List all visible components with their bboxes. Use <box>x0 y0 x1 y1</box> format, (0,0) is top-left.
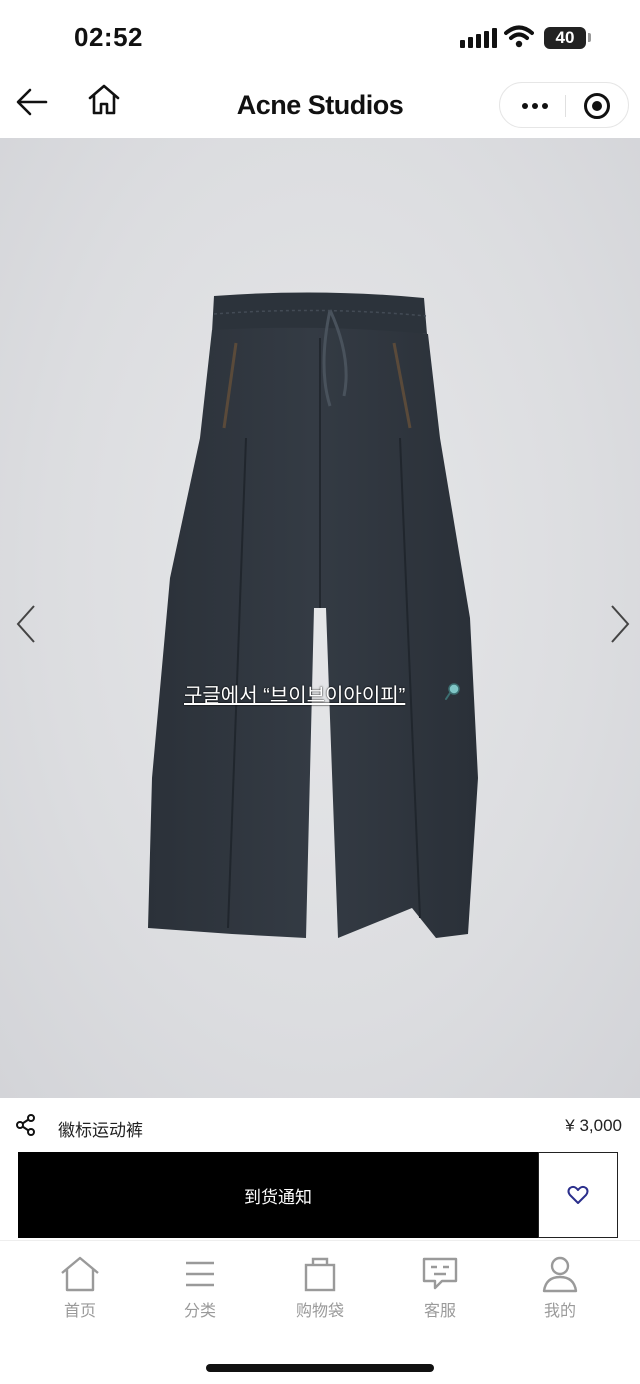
signal-icon <box>460 28 497 48</box>
battery-tip <box>588 33 591 42</box>
status-time: 02:52 <box>74 22 143 52</box>
product-name: 徽标运动裤 <box>58 1121 143 1140</box>
wifi-icon <box>504 25 534 48</box>
close-mini-program-icon[interactable] <box>584 93 610 119</box>
tab-label: 首页 <box>63 1303 96 1320</box>
product-info-row: 徽标运动裤 ¥ 3,000 <box>0 1098 640 1154</box>
bag-icon <box>304 1257 336 1292</box>
watermark-text: 구글에서 “브이브이아이피” <box>184 685 406 707</box>
product-photo <box>148 292 478 938</box>
status-bar: 02:52 40 <box>0 0 640 70</box>
tab-label: 分类 <box>183 1303 216 1320</box>
product-image-carousel[interactable]: 구글에서 “브이브이아이피” <box>0 138 640 1098</box>
product-detail-page: 02:52 40 Acne Studios 구글에서 “브이브이아이피” 徽标运… <box>0 0 640 1384</box>
home-icon <box>61 1256 99 1292</box>
tab-home[interactable]: 首页 <box>40 1255 120 1325</box>
tab-label: 购物袋 <box>295 1303 344 1320</box>
heart-icon <box>567 1185 589 1204</box>
more-icon[interactable] <box>518 93 552 119</box>
bottom-tab-bar: 首页 分类 购物袋 客服 我的 <box>0 1240 640 1384</box>
mini-program-capsule <box>499 82 629 128</box>
tab-category[interactable]: 分类 <box>160 1255 240 1325</box>
share-icon[interactable] <box>16 1114 36 1136</box>
tab-me[interactable]: 我的 <box>520 1255 600 1325</box>
carousel-next-icon[interactable] <box>606 602 634 646</box>
nav-bar: Acne Studios <box>0 70 640 138</box>
tab-bag[interactable]: 购物袋 <box>280 1255 360 1325</box>
product-price: ¥ 3,000 <box>565 1116 622 1135</box>
magnifier-icon <box>445 683 460 700</box>
tab-label: 我的 <box>543 1303 576 1320</box>
notify-when-available-button[interactable]: 到货通知 <box>18 1152 538 1238</box>
capsule-divider <box>565 95 566 117</box>
chat-icon <box>422 1257 458 1290</box>
home-indicator <box>206 1364 434 1372</box>
battery-icon: 40 <box>544 27 586 49</box>
tab-service[interactable]: 客服 <box>400 1255 480 1325</box>
tab-label: 客服 <box>423 1303 456 1320</box>
wishlist-button[interactable] <box>538 1152 618 1238</box>
menu-icon <box>186 1261 214 1287</box>
carousel-prev-icon[interactable] <box>12 602 40 646</box>
user-icon <box>542 1256 578 1293</box>
